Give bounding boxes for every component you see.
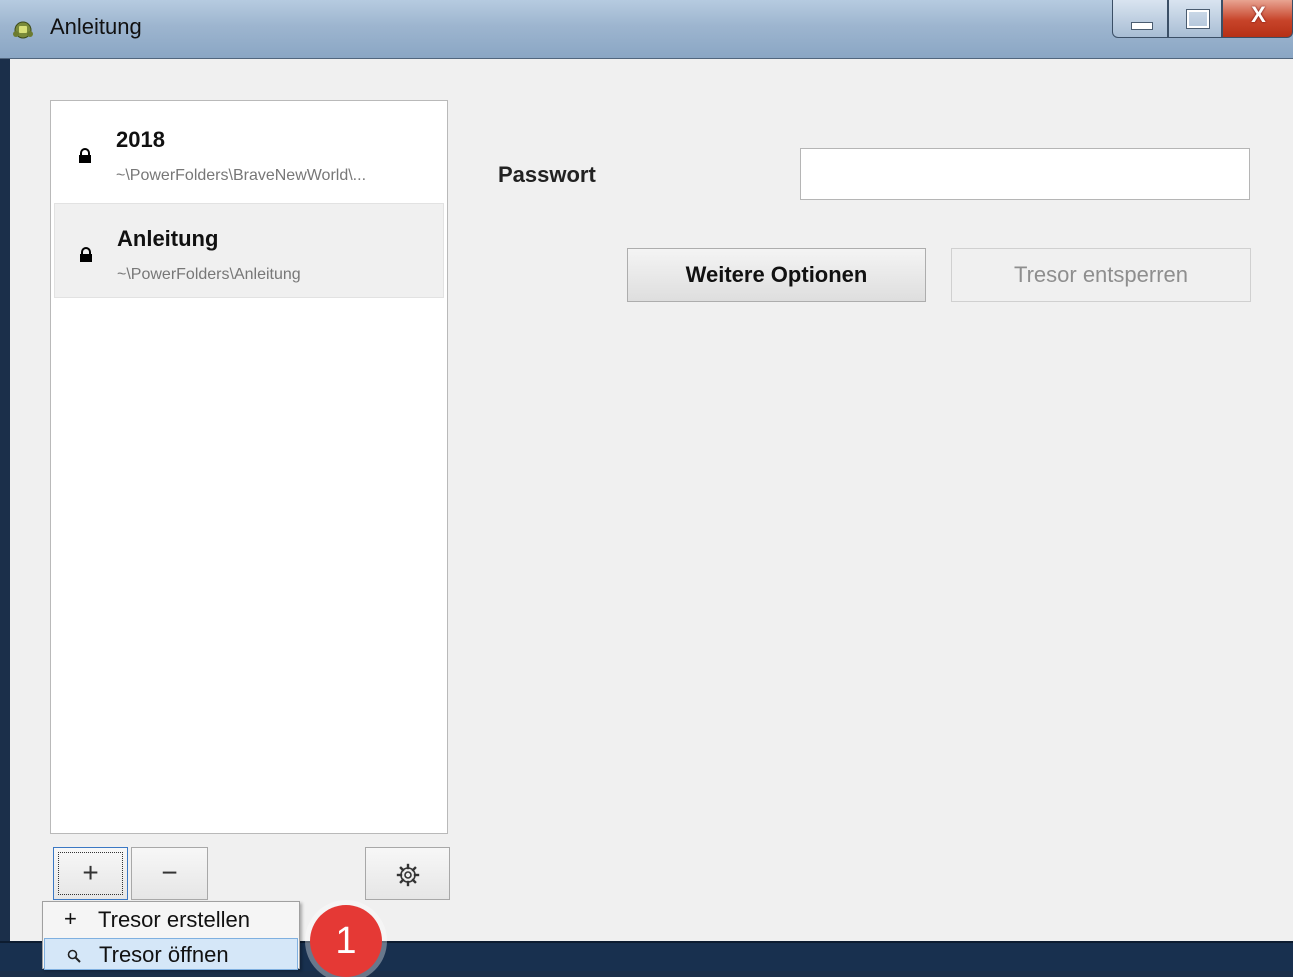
- vault-list[interactable]: 2018 ~\PowerFolders\BraveNewWorld\... An…: [50, 100, 448, 834]
- add-vault-menu: + Tresor erstellen Tresor öffnen: [42, 901, 300, 970]
- vault-list-item-2018[interactable]: 2018 ~\PowerFolders\BraveNewWorld\...: [54, 105, 444, 200]
- lock-icon: [78, 148, 92, 164]
- vault-path: ~\PowerFolders\Anleitung: [117, 266, 301, 283]
- vault-name: 2018: [116, 127, 165, 152]
- menu-item-label: Tresor erstellen: [98, 907, 251, 932]
- add-vault-button[interactable]: +: [53, 847, 128, 900]
- window-title: Anleitung: [50, 14, 142, 39]
- more-options-button[interactable]: Weitere Optionen: [627, 248, 926, 302]
- step-number-badge: 1: [310, 905, 382, 977]
- password-label: Passwort: [498, 162, 596, 187]
- close-button[interactable]: X: [1222, 0, 1293, 38]
- main-window-content: 2018 ~\PowerFolders\BraveNewWorld\... An…: [10, 59, 1293, 941]
- menu-item-open-vault[interactable]: Tresor öffnen: [44, 938, 298, 970]
- maximize-button[interactable]: [1168, 0, 1222, 38]
- search-icon: [67, 949, 81, 963]
- unlock-vault-button[interactable]: Tresor entsperren: [951, 248, 1251, 302]
- remove-vault-button[interactable]: −: [131, 847, 208, 900]
- plus-icon: +: [82, 857, 99, 888]
- vault-list-item-anleitung[interactable]: Anleitung ~\PowerFolders\Anleitung: [54, 203, 444, 298]
- vault-path: ~\PowerFolders\BraveNewWorld\...: [116, 167, 367, 184]
- menu-item-create-vault[interactable]: + Tresor erstellen: [44, 904, 298, 936]
- minimize-button[interactable]: [1112, 0, 1168, 38]
- settings-button[interactable]: [365, 847, 450, 900]
- plus-icon: +: [64, 906, 77, 931]
- maximize-icon: [1187, 10, 1209, 28]
- close-icon: X: [1251, 2, 1266, 27]
- minus-icon: −: [161, 857, 178, 888]
- app-icon: [12, 18, 34, 40]
- menu-item-label: Tresor öffnen: [99, 942, 229, 967]
- vault-name: Anleitung: [117, 226, 219, 251]
- password-input[interactable]: [800, 148, 1250, 200]
- title-bar: Anleitung X: [0, 0, 1293, 59]
- lock-icon: [79, 247, 93, 263]
- minimize-icon: [1131, 22, 1153, 30]
- gear-icon: [396, 863, 420, 887]
